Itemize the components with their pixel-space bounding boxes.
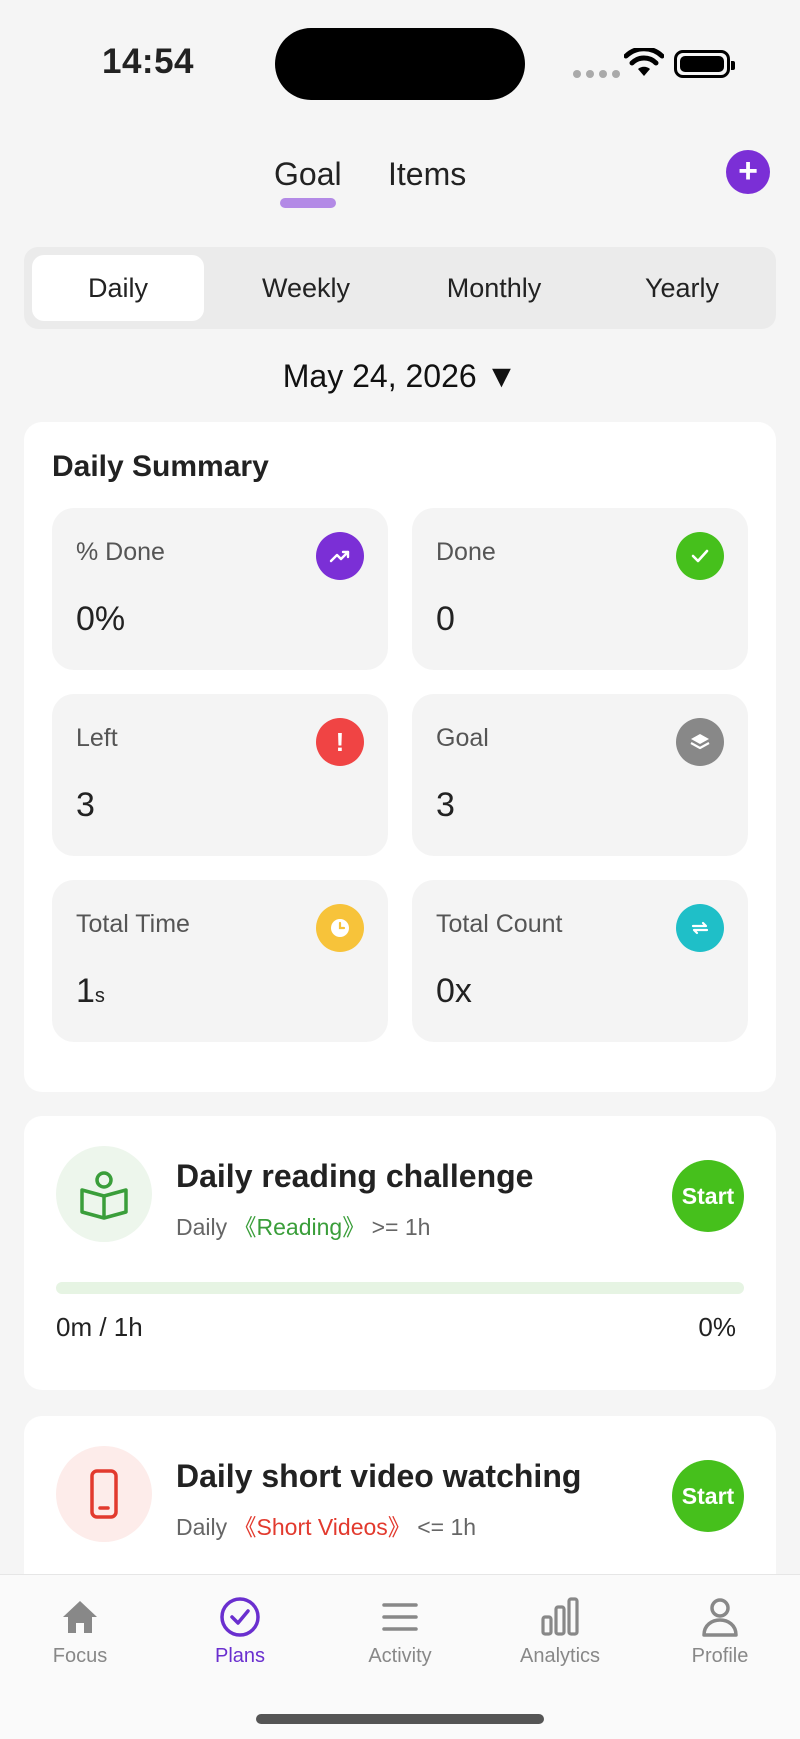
trend-up-icon (316, 532, 364, 580)
stat-goal: Goal 3 (412, 694, 748, 856)
segment-monthly[interactable]: Monthly (408, 255, 580, 321)
goal-tag: 《Reading》 (233, 1214, 366, 1240)
nav-label: Plans (214, 1645, 266, 1667)
stat-value: 3 (76, 786, 95, 824)
person-icon (702, 1598, 738, 1637)
goal-tag: 《Short Videos》 (233, 1514, 411, 1540)
book-icon (56, 1146, 152, 1242)
goal-period: Daily (176, 1514, 228, 1540)
home-icon (63, 1601, 97, 1633)
tab-items[interactable]: Items (388, 156, 466, 193)
clock-icon (316, 904, 364, 952)
date-selector[interactable]: May 24, 2026 ▼ (0, 358, 800, 395)
goal-subtitle: Daily 《Short Videos》 <= 1h (176, 1508, 476, 1542)
status-bar: 14:54 (0, 0, 800, 120)
goal-period: Daily (176, 1214, 228, 1240)
nav-label: Activity (368, 1645, 432, 1667)
start-button[interactable]: Start (672, 1460, 744, 1532)
stat-total-count: Total Count 0x (412, 880, 748, 1042)
start-button[interactable]: Start (672, 1160, 744, 1232)
goal-title: Daily reading challenge (176, 1158, 534, 1194)
top-tabs: Goal Items (0, 150, 800, 210)
goal-rule: <= 1h (417, 1514, 477, 1540)
nav-label: Focus (52, 1645, 108, 1667)
stat-label: Left (76, 724, 118, 752)
stat-label: Total Count (436, 910, 563, 938)
dynamic-island (275, 28, 525, 100)
status-time: 14:54 (102, 42, 195, 81)
goal-subtitle: Daily 《Reading》 >= 1h (176, 1208, 430, 1242)
segment-daily[interactable]: Daily (32, 255, 204, 321)
segment-weekly[interactable]: Weekly (220, 255, 392, 321)
stat-value: 0x (436, 972, 472, 1010)
add-button[interactable]: + (726, 150, 770, 194)
stat-done: Done 0 (412, 508, 748, 670)
stat-total-time: Total Time 1s (52, 880, 388, 1042)
nav-plans[interactable]: Plans (180, 1595, 300, 1668)
stat-percent-done: % Done 0% (52, 508, 388, 670)
check-icon (676, 532, 724, 580)
summary-title: Daily Summary (52, 450, 269, 483)
cellular-signal-icon (573, 70, 620, 78)
stat-value: 1s (76, 972, 105, 1011)
stat-left: Left 3 ! (52, 694, 388, 856)
battery-icon (674, 50, 735, 78)
nav-focus[interactable]: Focus (20, 1595, 140, 1668)
stat-value: 3 (436, 786, 455, 824)
daily-summary-card: Daily Summary % Done 0% Done 0 Left 3 ! … (24, 422, 776, 1092)
goal-progress-bar (56, 1282, 744, 1294)
stat-label: Total Time (76, 910, 190, 938)
stat-value-unit: s (94, 985, 105, 1007)
goal-title: Daily short video watching (176, 1458, 582, 1494)
bar-chart-icon (541, 1597, 579, 1636)
segment-yearly[interactable]: Yearly (596, 255, 768, 321)
nav-analytics[interactable]: Analytics (500, 1595, 620, 1668)
exclamation-icon: ! (316, 718, 364, 766)
active-tab-indicator (280, 198, 336, 208)
stat-value-number: 1 (76, 972, 95, 1010)
check-circle-icon (220, 1597, 260, 1637)
nav-activity[interactable]: Activity (340, 1595, 460, 1668)
stat-value: 0 (436, 600, 455, 638)
stat-label: % Done (76, 538, 165, 566)
wifi-icon (624, 48, 664, 76)
period-segmented-control: Daily Weekly Monthly Yearly (24, 247, 776, 329)
repeat-icon (676, 904, 724, 952)
tab-goal[interactable]: Goal (274, 156, 342, 193)
stat-value: 0% (76, 600, 126, 638)
stat-label: Done (436, 538, 496, 566)
goal-card-reading[interactable]: Daily reading challenge Daily 《Reading》 … (24, 1116, 776, 1390)
stat-label: Goal (436, 724, 489, 752)
layers-icon (676, 718, 724, 766)
nav-label: Analytics (519, 1645, 601, 1667)
nav-label: Profile (691, 1645, 749, 1667)
nav-profile[interactable]: Profile (660, 1595, 780, 1668)
goal-progress-percent: 0% (698, 1312, 736, 1342)
home-indicator (256, 1714, 544, 1724)
goal-rule: >= 1h (371, 1214, 431, 1240)
phone-icon (56, 1446, 152, 1542)
list-icon (382, 1603, 418, 1631)
goal-progress-text: 0m / 1h (56, 1312, 143, 1342)
